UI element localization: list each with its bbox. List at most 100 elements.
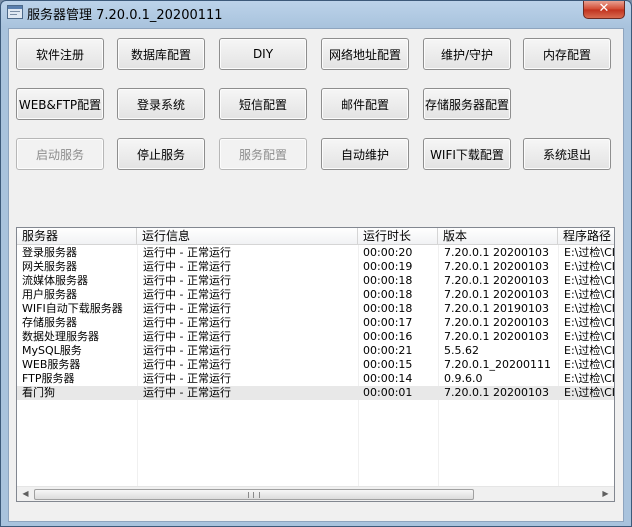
start-service-button[interactable]: 启动服务	[16, 138, 104, 170]
column-header-run-info[interactable]: 运行信息	[137, 228, 358, 245]
software-register-button[interactable]: 软件注册	[16, 38, 104, 70]
mail-config-button[interactable]: 邮件配置	[321, 88, 409, 120]
cell-server: MySQL服务	[22, 344, 82, 357]
cell-server: 用户服务器	[22, 288, 77, 301]
auto-maintenance-button[interactable]: 自动维护	[321, 138, 409, 170]
cell-run-time: 00:00:21	[363, 344, 413, 357]
cell-run-time: 00:00:18	[363, 302, 413, 315]
column-header-program-path[interactable]: 程序路径	[558, 228, 614, 245]
cell-version: 7.20.0.1 20200103	[444, 386, 549, 399]
cell-run-time: 00:00:17	[363, 316, 413, 329]
table-row[interactable]: WEB服务器 运行中 - 正常运行 00:00:15 7.20.0.1_2020011…	[17, 358, 614, 372]
cell-run-time: 00:00:01	[363, 386, 413, 399]
server-manager-window: 服务器管理 7.20.0.1_20200111 ✕ 软件注册 数据库配置 DIY…	[0, 0, 632, 527]
system-exit-button[interactable]: 系统退出	[523, 138, 611, 170]
column-header-version[interactable]: 版本	[438, 228, 558, 245]
network-address-config-button[interactable]: 网络地址配置	[321, 38, 409, 70]
table-row[interactable]: 网关服务器 运行中 - 正常运行 00:00:19 7.20.0.1 20200103…	[17, 260, 614, 274]
cell-server: 流媒体服务器	[22, 274, 88, 287]
table-row[interactable]: 存储服务器 运行中 - 正常运行 00:00:17 7.20.0.1 20200103…	[17, 316, 614, 330]
cell-program-path: E:\过检\CI	[564, 274, 615, 287]
diy-button[interactable]: DIY	[219, 38, 307, 70]
maintenance-guard-button[interactable]: 维护/守护	[423, 38, 511, 70]
cell-run-info: 运行中 - 正常运行	[143, 302, 231, 315]
column-header-server[interactable]: 服务器	[17, 228, 137, 245]
horizontal-scrollbar[interactable]: ◀ ▶	[17, 486, 614, 501]
stop-service-button[interactable]: 停止服务	[117, 138, 205, 170]
cell-program-path: E:\过检\CI	[564, 372, 615, 385]
cell-program-path: E:\过检\CI	[564, 260, 615, 273]
cell-program-path: E:\过检\CI	[564, 316, 615, 329]
cell-run-info: 运行中 - 正常运行	[143, 246, 231, 259]
cell-version: 7.20.0.1 20200103	[444, 274, 549, 287]
close-icon: ✕	[598, 1, 610, 16]
column-header-run-time[interactable]: 运行时长	[358, 228, 438, 245]
table-row[interactable]: 用户服务器 运行中 - 正常运行 00:00:18 7.20.0.1 20200103…	[17, 288, 614, 302]
cell-run-info: 运行中 - 正常运行	[143, 330, 231, 343]
cell-version: 7.20.0.1 20200103	[444, 330, 549, 343]
scroll-right-arrow-icon[interactable]: ▶	[598, 487, 613, 501]
cell-run-info: 运行中 - 正常运行	[143, 260, 231, 273]
wifi-download-config-button[interactable]: WIFI下载配置	[423, 138, 511, 170]
cell-server: WEB服务器	[22, 358, 81, 371]
cell-run-time: 00:00:18	[363, 288, 413, 301]
cell-program-path: E:\过检\CI	[564, 246, 615, 259]
cell-run-time: 00:00:19	[363, 260, 413, 273]
cell-server: 看门狗	[22, 386, 55, 399]
cell-run-time: 00:00:15	[363, 358, 413, 371]
cell-version: 7.20.0.1_20200111	[444, 358, 551, 371]
table-row[interactable]: 看门狗 运行中 - 正常运行 00:00:01 7.20.0.1 20200103 E:…	[17, 386, 614, 400]
list-rows: 登录服务器 运行中 - 正常运行 00:00:20 7.20.0.1 20200103…	[17, 246, 614, 400]
client-area: 软件注册 数据库配置 DIY 网络地址配置 维护/守护 内存配置 WEB&FTP…	[8, 28, 624, 522]
cell-run-info: 运行中 - 正常运行	[143, 316, 231, 329]
cell-server: FTP服务器	[22, 372, 75, 385]
table-row[interactable]: MySQL服务 运行中 - 正常运行 00:00:21 5.5.62 E:\过检\CI	[17, 344, 614, 358]
cell-version: 7.20.0.1 20200103	[444, 260, 549, 273]
cell-server: 网关服务器	[22, 260, 77, 273]
sms-config-button[interactable]: 短信配置	[219, 88, 307, 120]
cell-version: 5.5.62	[444, 344, 479, 357]
cell-server: WIFI自动下载服务器	[22, 302, 123, 315]
server-list[interactable]: 服务器 运行信息 运行时长 版本 程序路径 登录服务器 运行中 - 正常运行 00:…	[16, 227, 615, 502]
table-row[interactable]: WIFI自动下载服务器 运行中 - 正常运行 00:00:18 7.20.0.1 20…	[17, 302, 614, 316]
cell-run-info: 运行中 - 正常运行	[143, 386, 231, 399]
cell-program-path: E:\过检\CI	[564, 386, 615, 399]
cell-program-path: E:\过检\CI	[564, 358, 615, 371]
cell-program-path: E:\过检\CI	[564, 288, 615, 301]
cell-program-path: E:\过检\CI	[564, 302, 615, 315]
service-config-button[interactable]: 服务配置	[219, 138, 307, 170]
login-system-button[interactable]: 登录系统	[117, 88, 205, 120]
list-header: 服务器 运行信息 运行时长 版本 程序路径	[17, 228, 614, 245]
cell-program-path: E:\过检\CI	[564, 344, 615, 357]
cell-run-time: 00:00:14	[363, 372, 413, 385]
table-row[interactable]: FTP服务器 运行中 - 正常运行 00:00:14 0.9.6.0 E:\过检\CI	[17, 372, 614, 386]
scroll-left-arrow-icon[interactable]: ◀	[18, 487, 33, 501]
cell-program-path: E:\过检\CI	[564, 330, 615, 343]
cell-run-info: 运行中 - 正常运行	[143, 288, 231, 301]
scrollbar-thumb[interactable]	[34, 489, 474, 500]
cell-version: 7.20.0.1 20190103	[444, 302, 549, 315]
web-ftp-config-button[interactable]: WEB&FTP配置	[16, 88, 104, 120]
cell-run-time: 00:00:20	[363, 246, 413, 259]
app-window-icon	[7, 5, 23, 19]
table-row[interactable]: 登录服务器 运行中 - 正常运行 00:00:20 7.20.0.1 20200103…	[17, 246, 614, 260]
close-button[interactable]: ✕	[583, 1, 625, 19]
cell-run-info: 运行中 - 正常运行	[143, 344, 231, 357]
cell-run-info: 运行中 - 正常运行	[143, 274, 231, 287]
cell-server: 存储服务器	[22, 316, 77, 329]
cell-server: 数据处理服务器	[22, 330, 99, 343]
table-row[interactable]: 数据处理服务器 运行中 - 正常运行 00:00:16 7.20.0.1 202001…	[17, 330, 614, 344]
database-config-button[interactable]: 数据库配置	[117, 38, 205, 70]
cell-version: 7.20.0.1 20200103	[444, 246, 549, 259]
cell-version: 7.20.0.1 20200103	[444, 316, 549, 329]
cell-version: 0.9.6.0	[444, 372, 483, 385]
storage-server-config-button[interactable]: 存储服务器配置	[423, 88, 511, 120]
window-title: 服务器管理 7.20.0.1_20200111	[27, 8, 223, 23]
title-bar[interactable]: 服务器管理 7.20.0.1_20200111 ✕	[1, 1, 631, 25]
cell-run-time: 00:00:16	[363, 330, 413, 343]
cell-version: 7.20.0.1 20200103	[444, 288, 549, 301]
memory-config-button[interactable]: 内存配置	[523, 38, 611, 70]
table-row[interactable]: 流媒体服务器 运行中 - 正常运行 00:00:18 7.20.0.1 2020010…	[17, 274, 614, 288]
scrollbar-grip-icon	[248, 492, 260, 498]
cell-server: 登录服务器	[22, 246, 77, 259]
